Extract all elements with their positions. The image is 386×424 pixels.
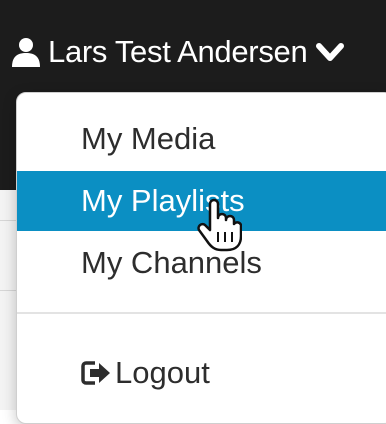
logout-icon [81, 361, 110, 385]
user-menu-toggle[interactable]: Lars Test Andersen [10, 32, 345, 72]
user-name: Lars Test Andersen [48, 34, 308, 69]
chevron-down-icon [316, 43, 345, 61]
background-divider [0, 290, 16, 291]
user-dropdown-menu: My Media My Playlists My Channels Logout [16, 92, 386, 424]
menu-item-my-channels[interactable]: My Channels [17, 233, 386, 293]
menu-item-my-playlists[interactable]: My Playlists [17, 171, 386, 231]
menu-divider [17, 312, 386, 314]
menu-item-label: My Channels [81, 245, 262, 280]
background-page-edge [0, 190, 16, 410]
menu-item-label: My Media [81, 121, 216, 156]
user-icon [12, 38, 40, 67]
background-divider [0, 220, 16, 221]
menu-item-my-media[interactable]: My Media [17, 109, 386, 169]
menu-item-logout[interactable]: Logout [17, 343, 386, 403]
menu-item-label: My Playlists [81, 183, 245, 218]
logout-label: Logout [115, 355, 210, 390]
